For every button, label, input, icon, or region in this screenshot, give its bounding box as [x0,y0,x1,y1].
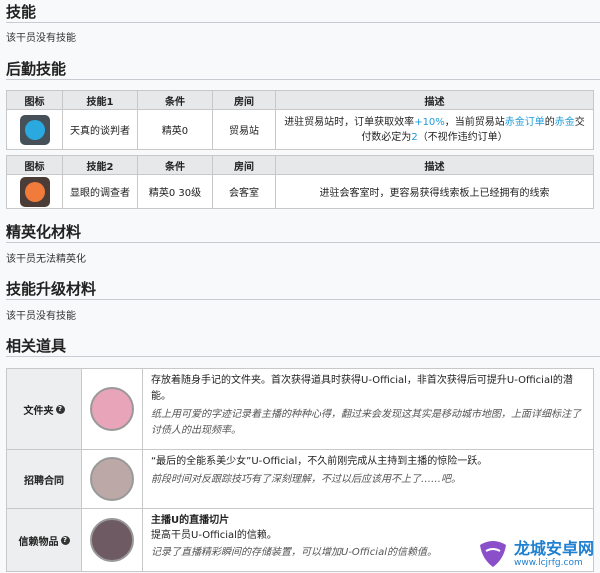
base-skills-header: 后勤技能 [6,59,600,80]
help-icon[interactable]: ? [60,535,70,545]
elite-text: 该干员无法精英化 [6,254,86,265]
item-desc-text: “最后的全能系美少女”U-Official，不久前刚完成从主持到主播的惊险一跃。 [151,456,488,467]
item-description: “最后的全能系美少女”U-Official，不久前刚完成从主持到主播的惊险一跃。… [143,450,593,508]
item-image-cell [82,369,143,449]
elite-header: 精英化材料 [6,222,600,243]
item-image-cell [82,509,143,571]
desc-text: （不视作违约订单） [417,131,508,143]
col-cond: 条件 [137,90,213,110]
item-description: 存放着随身手记的文件夹。首次获得道具时获得U-Official，非首次获得后可提… [143,369,593,449]
desc-text: ，当前贸易站 [444,116,505,128]
col-icon: 图标 [6,90,63,110]
desc-text: 进驻贸易站时，订单获取效率 [284,116,415,128]
col-desc: 描述 [275,155,594,175]
item-row: 招聘合同 “最后的全能系美少女”U-Official，不久前刚完成从主持到主播的… [6,450,594,509]
skill-condition: 精英0 30级 [137,174,213,209]
site-name: 龙城安卓网 [513,539,594,558]
site-logo-text: 龙城安卓网 www.lcjrfg.com [513,539,594,569]
item-row: 文件夹? 存放着随身手记的文件夹。首次获得道具时获得U-Official，非首次… [6,368,594,450]
col-room: 房间 [212,90,276,110]
col-desc: 描述 [275,90,594,110]
col-icon: 图标 [6,155,63,175]
item-label-text: 文件夹 [23,405,54,417]
skill-description: 进驻贸易站时，订单获取效率+10%，当前贸易站赤金订单的赤金交付数必定为2（不视… [275,109,594,150]
base-skill-table-2: 图标 技能2 条件 房间 描述 显眼的调查者 精英0 30级 会客室 进驻会客室… [6,155,594,209]
skill-room: 贸易站 [212,109,276,150]
skill-condition: 精英0 [137,109,213,150]
desc-highlight: 赤金 [554,116,575,128]
skill-description: 进驻会客室时，更容易获得线索板上已经拥有的线索 [275,174,594,209]
item-desc-text: 存放着随身手记的文件夹。首次获得道具时获得U-Official，非首次获得后可提… [151,375,573,402]
desc-text: 的 [544,116,555,128]
skill-icon-cell [6,174,63,209]
site-url: www.lcjrfg.com [513,558,583,568]
help-icon[interactable]: ? [55,404,65,414]
skill-room: 会客室 [212,174,276,209]
items-header: 相关道具 [6,336,600,357]
skill-upgrade-text: 该干员没有技能 [6,311,76,322]
trust-item-icon [90,518,134,562]
item-image-cell [82,450,143,508]
folder-item-icon [90,387,134,431]
item-label: 信赖物品? [7,509,82,571]
col-room: 房间 [212,155,276,175]
skill-name: 天真的谈判者 [62,109,138,150]
skill-investigator-icon [19,176,50,207]
desc-highlight: 赤金订单 [504,116,545,128]
skill-upgrade-title: 技能升级材料 [6,280,97,298]
item-label: 招聘合同 [7,450,82,508]
skill-negotiator-icon [19,114,50,145]
item-flavor-text: 纸上用可爱的字迹记录着主播的种种心得，翻过来会发现这其实是移动城市地图，上面详细… [151,409,581,436]
item-flavor-text: 前段时间对反跟踪技巧有了深刻理解，不过以后应该用不上了……吧。 [151,474,461,485]
site-logo-icon [479,541,506,567]
skills-title: 技能 [6,3,37,21]
skill-name: 显眼的调查者 [62,174,138,209]
skill-upgrade-header: 技能升级材料 [6,279,600,300]
skills-text: 该干员没有技能 [6,33,76,44]
skill-icon-cell [6,109,63,150]
base-skills-title: 后勤技能 [6,60,67,78]
item-label-text: 招聘合同 [24,475,64,487]
desc-highlight: +10% [414,116,445,128]
items-title: 相关道具 [6,337,67,355]
skills-header: 技能 [6,2,600,23]
elite-title: 精英化材料 [6,223,82,241]
item-label: 文件夹? [7,369,82,449]
item-label-text: 信赖物品 [18,536,59,548]
item-name: 主播U的直播切片 [151,515,230,526]
contract-item-icon [90,457,134,501]
col-skill: 技能1 [62,90,138,110]
col-skill: 技能2 [62,155,138,175]
base-skill-table-1: 图标 技能1 条件 房间 描述 天真的谈判者 精英0 贸易站 进驻贸易站时，订单… [6,90,594,150]
col-cond: 条件 [137,155,213,175]
site-logo: 龙城安卓网 www.lcjrfg.com [476,539,594,569]
